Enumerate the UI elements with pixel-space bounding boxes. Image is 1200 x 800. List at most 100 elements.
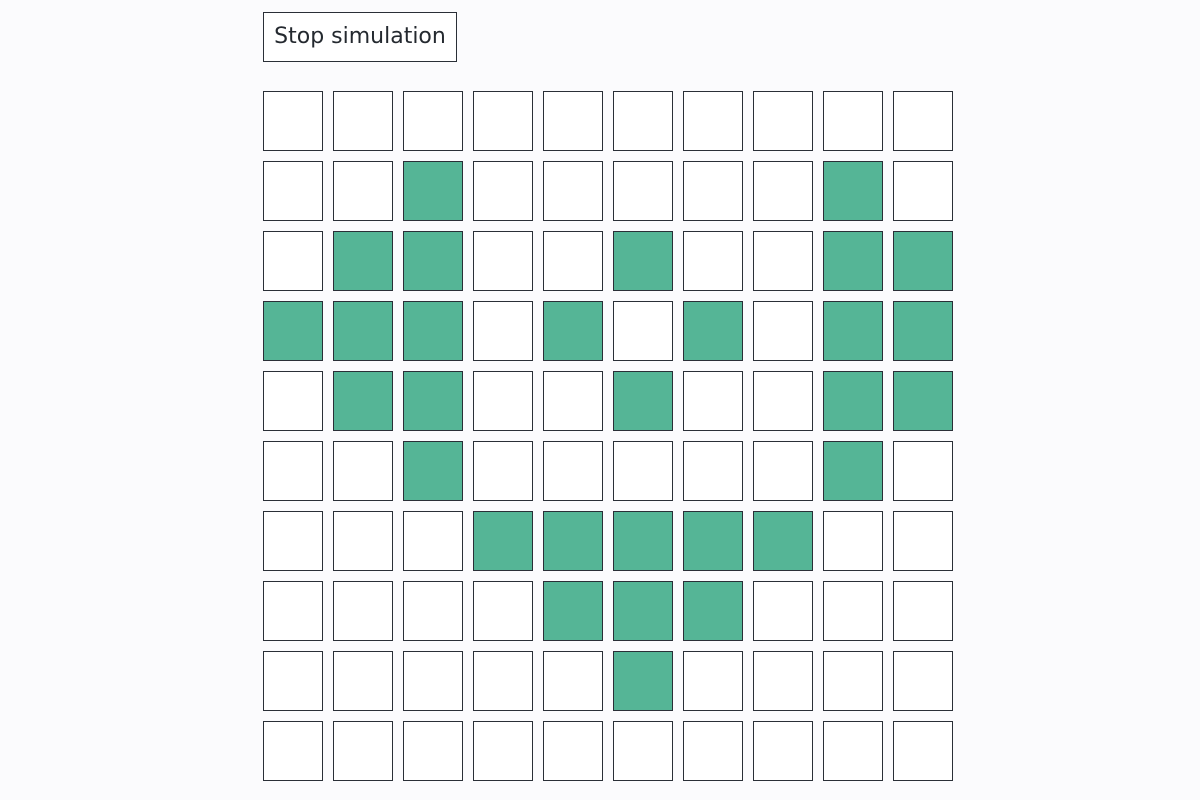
grid-cell[interactable]: [823, 721, 883, 781]
grid-cell[interactable]: [403, 581, 463, 641]
grid-cell[interactable]: [613, 511, 673, 571]
grid-cell[interactable]: [333, 511, 393, 571]
grid-cell[interactable]: [543, 511, 603, 571]
grid-cell[interactable]: [263, 651, 323, 711]
grid-cell[interactable]: [893, 511, 953, 571]
grid-cell[interactable]: [263, 91, 323, 151]
grid-cell[interactable]: [613, 371, 673, 431]
grid-cell[interactable]: [333, 301, 393, 361]
grid-cell[interactable]: [333, 231, 393, 291]
grid-cell[interactable]: [473, 511, 533, 571]
grid-cell[interactable]: [473, 231, 533, 291]
grid-cell[interactable]: [403, 161, 463, 221]
grid-cell[interactable]: [333, 581, 393, 641]
grid-cell[interactable]: [263, 511, 323, 571]
grid-cell[interactable]: [473, 91, 533, 151]
grid-cell[interactable]: [543, 301, 603, 361]
grid-cell[interactable]: [683, 301, 743, 361]
stop-simulation-button[interactable]: Stop simulation: [263, 12, 457, 62]
grid-cell[interactable]: [753, 441, 813, 501]
grid-cell[interactable]: [403, 91, 463, 151]
grid-cell[interactable]: [263, 231, 323, 291]
grid-cell[interactable]: [403, 231, 463, 291]
grid-cell[interactable]: [753, 581, 813, 641]
grid-cell[interactable]: [543, 581, 603, 641]
grid-cell[interactable]: [333, 441, 393, 501]
grid-cell[interactable]: [263, 161, 323, 221]
grid-cell[interactable]: [823, 511, 883, 571]
grid-cell[interactable]: [543, 721, 603, 781]
grid-cell[interactable]: [543, 441, 603, 501]
grid-cell[interactable]: [543, 651, 603, 711]
grid-cell[interactable]: [473, 441, 533, 501]
grid-cell[interactable]: [613, 651, 673, 711]
grid-cell[interactable]: [403, 301, 463, 361]
grid-cell[interactable]: [753, 301, 813, 361]
grid-cell[interactable]: [683, 651, 743, 711]
grid-cell[interactable]: [893, 161, 953, 221]
grid-cell[interactable]: [473, 721, 533, 781]
grid-cell[interactable]: [753, 231, 813, 291]
grid-cell[interactable]: [823, 301, 883, 361]
grid-cell[interactable]: [613, 581, 673, 641]
grid-cell[interactable]: [753, 651, 813, 711]
grid-cell[interactable]: [613, 161, 673, 221]
grid-cell[interactable]: [543, 371, 603, 431]
grid-cell[interactable]: [683, 511, 743, 571]
grid-cell[interactable]: [823, 231, 883, 291]
grid-cell[interactable]: [613, 231, 673, 291]
grid-cell[interactable]: [333, 371, 393, 431]
grid-cell[interactable]: [543, 91, 603, 151]
grid-cell[interactable]: [753, 371, 813, 431]
grid-cell[interactable]: [543, 161, 603, 221]
grid-cell[interactable]: [683, 231, 743, 291]
grid-cell[interactable]: [333, 651, 393, 711]
grid-cell[interactable]: [473, 651, 533, 711]
grid-cell[interactable]: [893, 581, 953, 641]
grid-cell[interactable]: [753, 511, 813, 571]
grid-cell[interactable]: [263, 581, 323, 641]
grid-cell[interactable]: [263, 371, 323, 431]
grid-cell[interactable]: [893, 721, 953, 781]
grid-cell[interactable]: [613, 441, 673, 501]
grid-cell[interactable]: [613, 301, 673, 361]
grid-cell[interactable]: [403, 651, 463, 711]
grid-cell[interactable]: [893, 371, 953, 431]
grid-cell[interactable]: [753, 91, 813, 151]
grid-cell[interactable]: [333, 721, 393, 781]
grid-cell[interactable]: [823, 441, 883, 501]
grid-cell[interactable]: [893, 301, 953, 361]
grid-cell[interactable]: [893, 91, 953, 151]
grid-cell[interactable]: [473, 301, 533, 361]
grid-cell[interactable]: [823, 91, 883, 151]
grid-cell[interactable]: [683, 371, 743, 431]
grid-cell[interactable]: [333, 161, 393, 221]
grid-cell[interactable]: [613, 721, 673, 781]
grid-cell[interactable]: [683, 721, 743, 781]
grid-cell[interactable]: [403, 441, 463, 501]
grid-cell[interactable]: [543, 231, 603, 291]
grid-cell[interactable]: [823, 161, 883, 221]
grid-cell[interactable]: [753, 161, 813, 221]
grid-cell[interactable]: [893, 441, 953, 501]
grid-cell[interactable]: [613, 91, 673, 151]
grid-cell[interactable]: [473, 371, 533, 431]
grid-cell[interactable]: [333, 91, 393, 151]
grid-cell[interactable]: [823, 371, 883, 431]
grid-cell[interactable]: [263, 301, 323, 361]
grid-cell[interactable]: [683, 441, 743, 501]
grid-cell[interactable]: [683, 91, 743, 151]
grid-cell[interactable]: [893, 231, 953, 291]
grid-cell[interactable]: [403, 371, 463, 431]
grid-cell[interactable]: [753, 721, 813, 781]
grid-cell[interactable]: [263, 721, 323, 781]
grid-cell[interactable]: [683, 581, 743, 641]
grid-cell[interactable]: [473, 161, 533, 221]
grid-cell[interactable]: [403, 511, 463, 571]
grid-cell[interactable]: [893, 651, 953, 711]
grid-cell[interactable]: [823, 651, 883, 711]
grid-cell[interactable]: [473, 581, 533, 641]
grid-cell[interactable]: [403, 721, 463, 781]
grid-cell[interactable]: [823, 581, 883, 641]
grid-cell[interactable]: [683, 161, 743, 221]
